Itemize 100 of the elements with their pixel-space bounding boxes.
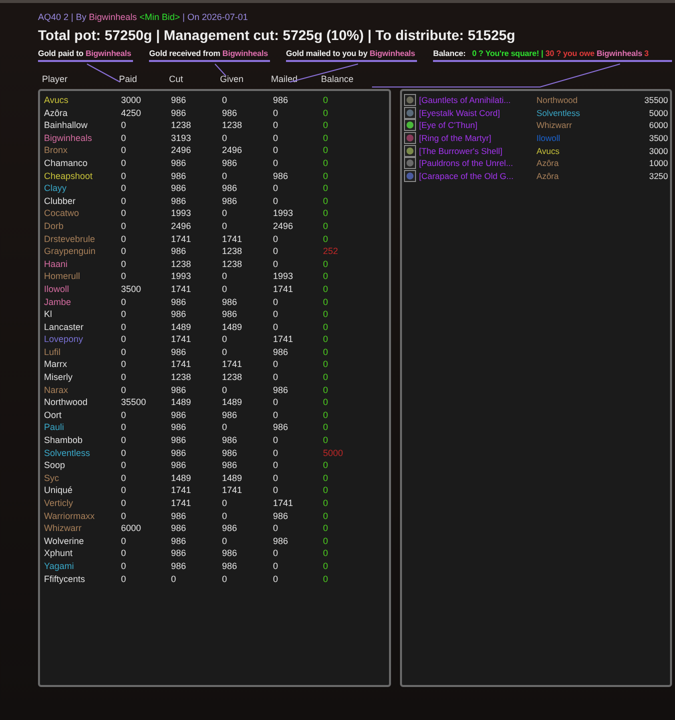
price-cell-text: 3000	[648, 146, 668, 156]
table-cell-text: 1741	[171, 484, 192, 497]
leader-line	[86, 64, 120, 82]
item-link[interactable]: [Pauldrons of the Unrel...	[419, 158, 537, 168]
player-name: Bigwinheals	[44, 132, 94, 144]
table-cell-text: 986	[171, 434, 188, 447]
winner-name: Northwood	[536, 95, 579, 106]
table-cell-text: 0	[121, 119, 128, 132]
table-cell-text: 986	[171, 170, 188, 182]
player-name: Jambe	[44, 296, 72, 308]
winner-name: Azôra	[536, 170, 560, 181]
item-link[interactable]: [Gauntlets of Annihilati...	[419, 95, 537, 106]
raid-info-line: AQ40 2 | By Bigwinheals <Min Bid> | On 2026-07-01	[38, 11, 249, 23]
table-cell-text: 986	[171, 94, 188, 107]
balance-cell-text: 0	[323, 296, 330, 308]
table-cell-text: 986	[222, 296, 238, 308]
price-cell-text: 3250	[648, 170, 668, 181]
table-cell-text: 0	[273, 358, 280, 372]
table-cell-text: 986	[222, 308, 238, 321]
table-cell-text: 0	[121, 408, 128, 422]
table-cell-text: 0	[273, 194, 280, 208]
table-cell-text: 986	[171, 421, 188, 434]
table-cell-text: 986	[171, 384, 188, 396]
table-cell-text: 0	[273, 446, 280, 460]
column-header: Given	[220, 74, 245, 86]
balance-cell-text: 0	[323, 560, 330, 573]
player-name: Soop	[44, 459, 66, 472]
table-cell-text: 0	[222, 534, 228, 548]
table-cell-text: 986	[171, 296, 188, 308]
player-name: Warriormaxx	[44, 510, 96, 522]
balance-cell-text: 0	[323, 232, 330, 246]
player-name: Ilowoll	[44, 282, 70, 296]
table-cell-text: 986	[222, 156, 238, 170]
player-name: Miserly	[44, 371, 74, 384]
balance-cell-text: 0	[323, 170, 330, 182]
table-cell-text: 986	[171, 106, 188, 120]
balance-cell-text: 0	[323, 320, 330, 334]
table-cell-text: 1741	[171, 358, 192, 372]
table-cell-text: 0	[273, 308, 280, 321]
table-cell-text: 0	[121, 144, 128, 157]
table-cell-text: 0	[121, 296, 128, 308]
table-cell-text: 986	[171, 459, 188, 472]
player-name: Lancaster	[44, 320, 85, 334]
table-cell-text: 0	[121, 421, 128, 434]
item-icon	[404, 144, 416, 157]
table-cell-text: 0	[273, 560, 280, 573]
table-cell-text: 986	[171, 308, 188, 321]
item-link[interactable]: [Eye of C'Thun]	[419, 120, 537, 130]
player-name: Pauli	[44, 421, 66, 434]
table-cell-text: 1238	[222, 245, 244, 258]
table-cell-text: 986	[273, 510, 290, 522]
table-cell-text: 0	[121, 371, 128, 384]
table-cell-text: 0	[222, 282, 228, 296]
player-name: Wolverine	[44, 534, 85, 548]
player-name: Lovepony	[44, 333, 84, 346]
table-cell-text: 0	[121, 534, 128, 548]
table-cell-text: 0	[121, 207, 128, 220]
table-cell-text: 0	[121, 170, 128, 182]
table-cell-text: 986	[273, 421, 290, 434]
player-name: Verticly	[44, 497, 74, 510]
balance-cell-text: 0	[323, 144, 330, 157]
table-cell-text: 986	[171, 182, 188, 195]
table-cell-text: 0	[121, 358, 128, 372]
table-cell-text: 0	[121, 497, 128, 510]
balance-cell-text: 0	[323, 156, 330, 170]
item-link[interactable]: [Ring of the Martyr]	[419, 133, 537, 144]
table-cell-text: 1741	[171, 232, 192, 246]
item-link[interactable]: [Carapace of the Old G...	[419, 170, 537, 181]
table-cell-text: 0	[222, 333, 228, 346]
balance-cell-text: 0	[323, 119, 330, 132]
balance-cell-text: 0	[323, 572, 330, 586]
table-cell-text: 0	[273, 484, 280, 497]
balance-cell-text: 0	[323, 282, 330, 296]
balance-legend: Balance: 0 ? You're square! | 30 ? you owe Bigwinheals 3	[433, 49, 672, 62]
table-cell-text: 0	[273, 547, 280, 560]
table-cell-text: 986	[171, 194, 188, 208]
player-name: Uniqué	[44, 484, 74, 497]
item-link[interactable]: [Eyestalk Waist Cord]	[419, 108, 537, 118]
player-name: Cocatwo	[44, 207, 80, 220]
player-name: Azôra	[44, 106, 69, 120]
balance-cell-text: 0	[323, 472, 330, 484]
table-cell-text: 0	[121, 547, 128, 560]
table-cell-text: 0	[121, 270, 128, 283]
table-cell-text: 986	[171, 446, 188, 460]
table-cell-text: 0	[222, 346, 228, 358]
price-cell-text: 35500	[643, 95, 668, 106]
balance-cell-text: 0	[323, 434, 330, 447]
item-link[interactable]: [The Burrower's Shell]	[419, 146, 537, 156]
balance-cell-text: 0	[323, 194, 330, 208]
balance-cell-text: 0	[323, 94, 330, 107]
table-cell-text: 3193	[171, 132, 192, 144]
table-cell-text: 986	[222, 182, 238, 195]
balance-cell-text: 5000	[323, 446, 344, 460]
player-name: Shambob	[44, 434, 84, 447]
table-cell-text: 35500	[121, 396, 148, 409]
player-name: Northwood	[44, 396, 89, 409]
balance-cell-text: 0	[323, 132, 330, 144]
table-cell-text: 0	[222, 132, 228, 144]
table-cell-text: 1238	[222, 119, 244, 132]
table-cell-text: 3000	[121, 94, 142, 107]
